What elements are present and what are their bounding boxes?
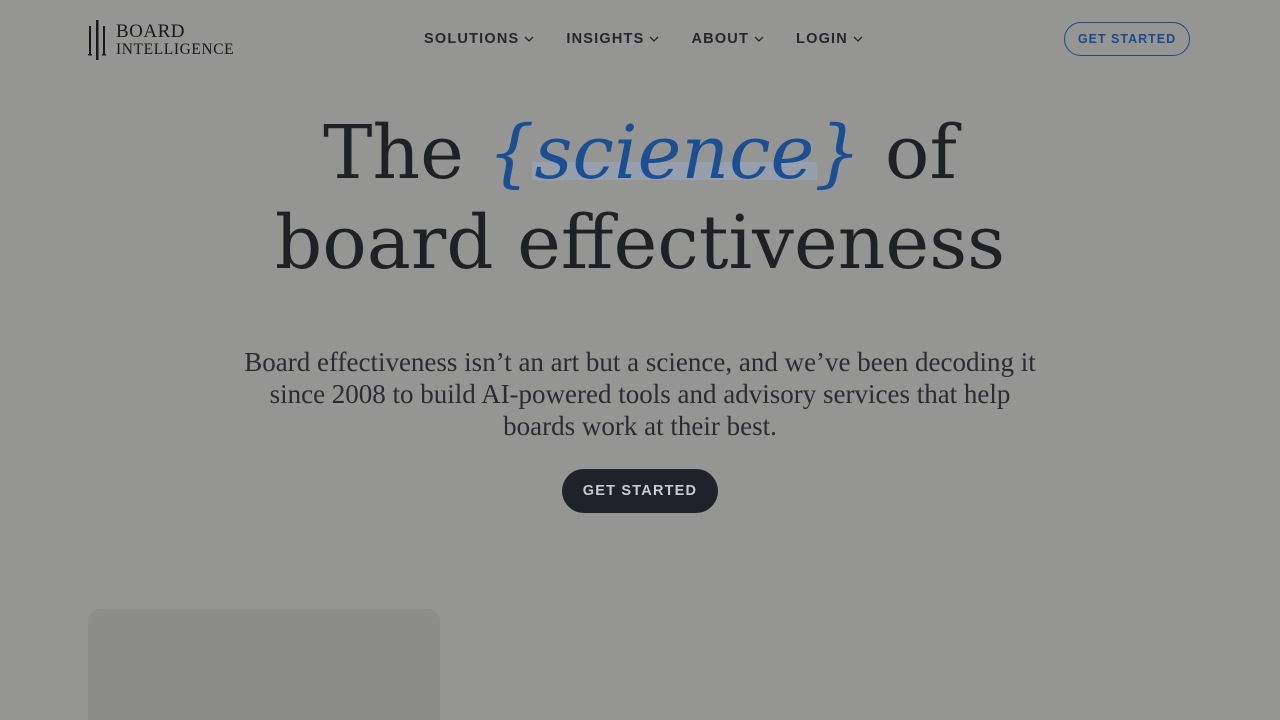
chevron-down-icon (650, 36, 659, 42)
main-nav: SOLUTIONS INSIGHTS ABOUT LOGIN (424, 26, 895, 52)
brand-line1: BOARD (116, 21, 186, 43)
nav-item-insights[interactable]: INSIGHTS (566, 31, 659, 47)
page: BOARD INTELLIGENCE SOLUTIONS INSIGHTS AB… (0, 0, 1280, 720)
hero-subtitle: Board effectiveness isn’t an art but a s… (244, 347, 1036, 441)
hero-get-started-button[interactable]: GET STARTED (562, 469, 718, 513)
hero-title-suffix: of (861, 110, 957, 196)
hero-title-highlight: {science} (487, 110, 861, 196)
header-get-started-button[interactable]: GET STARTED (1064, 22, 1190, 56)
chevron-down-icon (524, 36, 534, 42)
nav-item-label: ABOUT (691, 31, 750, 47)
hero-title-line2: board effectiveness (274, 200, 1006, 286)
nav-item-solutions[interactable]: SOLUTIONS (424, 31, 534, 47)
hero-title-prefix: The (323, 110, 488, 196)
nav-item-about[interactable]: ABOUT (691, 31, 764, 47)
logo-mark-icon (88, 20, 106, 60)
brand-line2: INTELLIGENCE (116, 41, 235, 59)
hero-title: The {science} of board effectiveness (0, 108, 1280, 288)
feature-card (88, 609, 440, 720)
nav-item-label: INSIGHTS (566, 31, 645, 47)
nav-item-label: SOLUTIONS (424, 31, 520, 47)
nav-item-label: LOGIN (796, 31, 848, 47)
brand-logo[interactable]: BOARD INTELLIGENCE (88, 20, 234, 60)
chevron-down-icon (853, 36, 863, 42)
hero-title-line1: The {science} of (0, 108, 1280, 198)
hero-title-highlight-text: {science} (487, 110, 862, 196)
brand-wordmark: BOARD INTELLIGENCE (116, 22, 234, 58)
chevron-down-icon (754, 36, 764, 42)
nav-item-login[interactable]: LOGIN (796, 31, 863, 47)
